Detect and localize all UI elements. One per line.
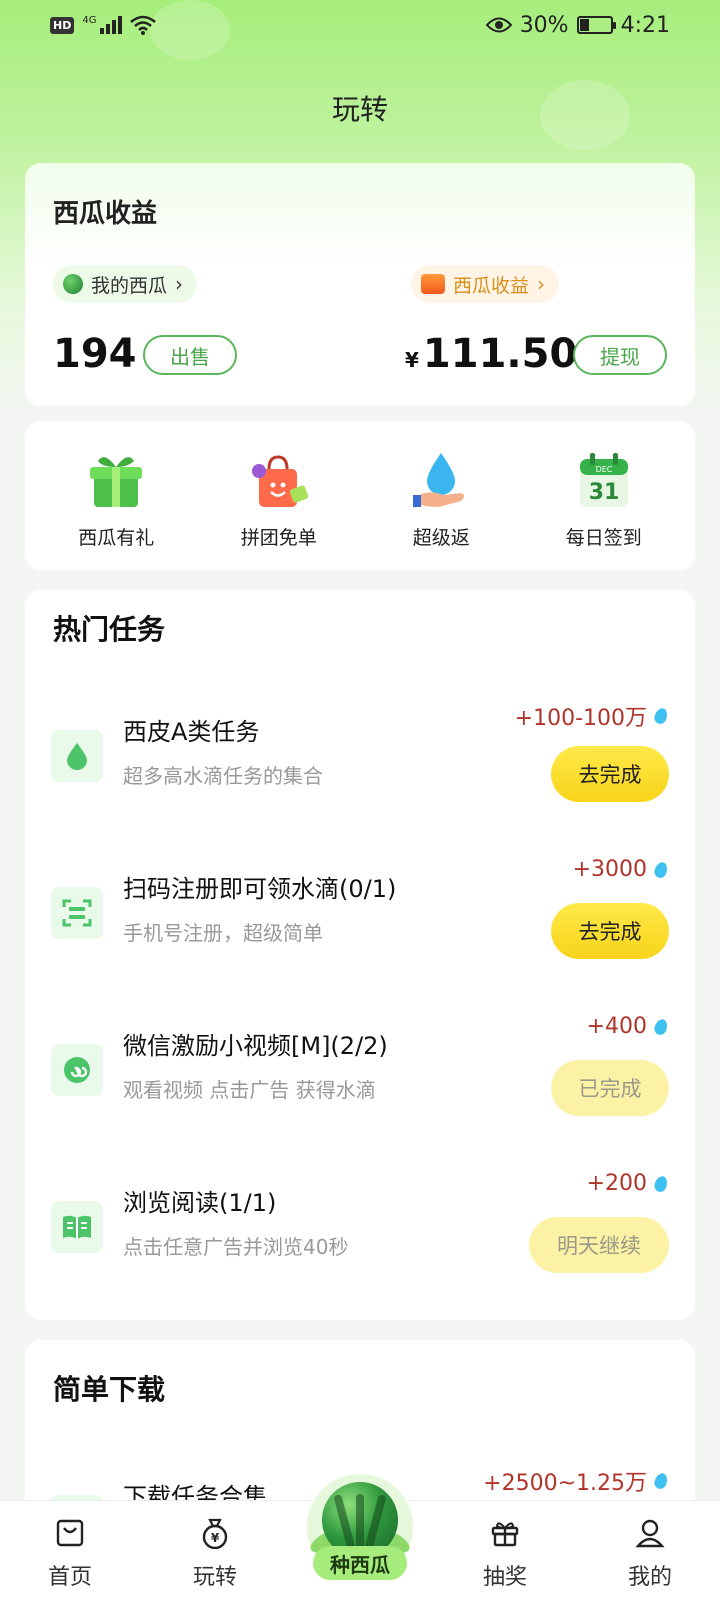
earnings-title: 西瓜收益 <box>53 199 158 229</box>
watermelon-icon <box>63 274 83 294</box>
task-desc: 超多高水滴任务的集合 <box>123 764 323 788</box>
water-drop-icon <box>652 1471 670 1491</box>
task-go-button[interactable]: 去完成 <box>551 746 669 802</box>
task-reward-value: +3000 <box>572 857 647 882</box>
task-go-button[interactable]: 去完成 <box>551 903 669 959</box>
wallet-icon <box>421 274 445 294</box>
page-title: 玩转 <box>331 93 388 126</box>
wifi-icon <box>130 15 157 35</box>
shopping-bag-icon <box>247 449 311 513</box>
home-bag-icon <box>52 1515 88 1551</box>
nav-item-me[interactable]: 我的 <box>600 1501 700 1600</box>
nav-item-home[interactable]: 首页 <box>20 1501 120 1600</box>
calendar-day: 31 <box>588 480 619 505</box>
plant-watermelon-button[interactable]: 种西瓜 <box>307 1474 413 1580</box>
task-row: 扫码注册即可领水滴(0/1) 手机号注册，超级简单 +3000 去完成 <box>25 857 695 977</box>
nav-label: 玩转 <box>192 1565 237 1590</box>
quick-item-group-buy[interactable]: 拼团免单 <box>204 449 354 550</box>
battery-icon <box>576 16 616 34</box>
signal-icon <box>100 16 123 34</box>
earnings-card: 西瓜收益 我的西瓜 › 西瓜收益 › 194 出售 ¥111.50 提现 <box>25 163 695 406</box>
user-icon <box>632 1515 668 1551</box>
task-reward: +2500~1.25万 <box>483 1465 670 1497</box>
task-name: 西皮A类任务 <box>123 718 260 746</box>
withdraw-button[interactable]: 提现 <box>573 335 667 375</box>
task-reward: +200 <box>586 1171 670 1196</box>
task-desc: 手机号注册，超级简单 <box>123 921 323 945</box>
clock: 4:21 <box>620 12 670 38</box>
task-desc: 观看视频 点击广告 获得水滴 <box>123 1078 376 1102</box>
task-row: 浏览阅读(1/1) 点击任意广告并浏览40秒 +200 明天继续 <box>25 1171 695 1291</box>
calendar-icon: DEC 31 <box>572 449 636 513</box>
task-reward: +100-100万 <box>514 700 670 732</box>
water-drop-hand-icon <box>409 449 473 513</box>
center-label: 种西瓜 <box>313 1546 407 1580</box>
melon-count: 194 <box>53 331 137 377</box>
calendar-month: DEC <box>595 465 612 474</box>
task-reward: +3000 <box>572 857 670 882</box>
income-amount: 111.50 <box>422 331 578 377</box>
network-type: 4G <box>82 15 97 26</box>
melon-income-label: 西瓜收益 <box>453 274 530 297</box>
water-drop-icon <box>51 730 103 782</box>
quick-item-label: 每日签到 <box>565 527 642 549</box>
quick-actions-card: 西瓜有礼 拼团免单 超级返 DEC 31 每日签到 <box>25 421 695 570</box>
sell-button[interactable]: 出售 <box>143 335 237 375</box>
gift-box-icon <box>84 449 148 513</box>
task-name: 微信激励小视频[M](2/2) <box>123 1032 388 1060</box>
svg-text:¥: ¥ <box>211 1531 220 1545</box>
book-icon <box>51 1201 103 1253</box>
task-desc: 点击任意广告并浏览40秒 <box>123 1235 349 1259</box>
task-name: 扫码注册即可领水滴(0/1) <box>123 875 397 903</box>
hd-badge: HD <box>50 16 75 34</box>
nav-label: 我的 <box>627 1565 672 1590</box>
quick-item-super-return[interactable]: 超级返 <box>366 449 516 550</box>
nav-label: 首页 <box>47 1565 92 1590</box>
status-left: HD 4G <box>50 15 157 35</box>
hot-tasks-card: 热门任务 西皮A类任务 超多高水滴任务的集合 +100-100万 去完成 扫码注… <box>25 590 695 1320</box>
battery-percent: 30% <box>519 12 569 38</box>
quick-item-label: 超级返 <box>412 527 470 549</box>
task-row: 西皮A类任务 超多高水滴任务的集合 +100-100万 去完成 <box>25 700 695 820</box>
task-name: 浏览阅读(1/1) <box>123 1189 277 1217</box>
my-melon-link[interactable]: 我的西瓜 › <box>53 265 198 303</box>
chevron-right-icon: › <box>537 272 546 296</box>
water-drop-icon <box>652 859 670 880</box>
currency-symbol: ¥ <box>405 348 419 372</box>
quick-item-gift[interactable]: 西瓜有礼 <box>41 449 191 550</box>
quick-item-label: 西瓜有礼 <box>78 527 155 549</box>
quick-item-daily-checkin[interactable]: DEC 31 每日签到 <box>529 449 679 550</box>
melon-income-link[interactable]: 西瓜收益 › <box>411 265 560 303</box>
mini-program-icon <box>51 1044 103 1096</box>
task-reward-value: +100-100万 <box>514 706 647 731</box>
task-row: 微信激励小视频[M](2/2) 观看视频 点击广告 获得水滴 +400 已完成 <box>25 1014 695 1134</box>
water-drop-icon <box>652 1016 670 1037</box>
my-melon-label: 我的西瓜 <box>91 274 168 297</box>
task-reward-value: +2500~1.25万 <box>483 1471 647 1496</box>
hot-tasks-title: 热门任务 <box>53 613 166 646</box>
nav-item-lottery[interactable]: 抽奖 <box>455 1501 555 1600</box>
chevron-right-icon: › <box>175 272 184 296</box>
gift-icon <box>487 1515 523 1551</box>
water-drop-icon <box>652 706 670 726</box>
nav-item-play[interactable]: ¥ 玩转 <box>165 1501 265 1600</box>
quick-item-label: 拼团免单 <box>240 527 317 549</box>
downloads-title: 简单下载 <box>53 1373 166 1406</box>
water-drop-icon <box>652 1173 670 1194</box>
scan-icon <box>51 887 103 939</box>
eye-icon <box>485 17 512 33</box>
task-done-button[interactable]: 已完成 <box>551 1060 669 1116</box>
status-right: 30% 4:21 <box>485 12 670 38</box>
money-bag-icon: ¥ <box>197 1515 233 1551</box>
task-reward-value: +400 <box>586 1014 647 1039</box>
task-reward-value: +200 <box>586 1171 647 1196</box>
income-amount-wrap: ¥111.50 <box>405 331 577 377</box>
task-reward: +400 <box>586 1014 670 1039</box>
task-tomorrow-button[interactable]: 明天继续 <box>529 1217 669 1273</box>
status-bar: HD 4G 30% 4:21 <box>0 0 720 50</box>
nav-label: 抽奖 <box>482 1565 527 1590</box>
